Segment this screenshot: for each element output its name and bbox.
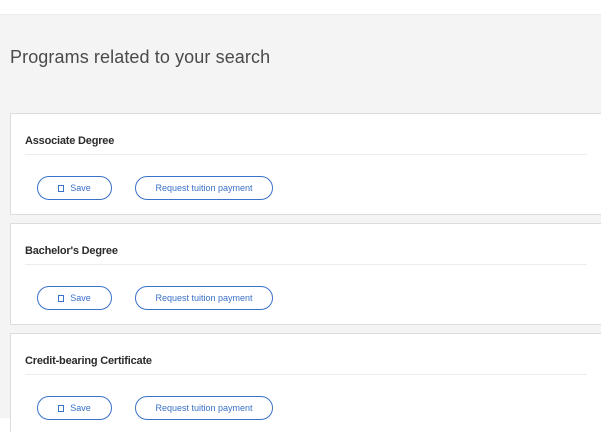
- save-button-label: Save: [70, 403, 91, 413]
- request-tuition-payment-label: Request tuition payment: [155, 293, 253, 303]
- request-tuition-payment-label: Request tuition payment: [155, 183, 253, 193]
- bookmark-icon: [58, 184, 65, 192]
- program-card-associate-degree: Associate Degree Save Request tuition pa…: [10, 113, 601, 215]
- request-tuition-payment-button[interactable]: Request tuition payment: [135, 286, 273, 310]
- page-title: Programs related to your search: [10, 47, 271, 67]
- request-tuition-payment-label: Request tuition payment: [155, 403, 253, 413]
- card-divider: [25, 154, 587, 155]
- program-card-credit-bearing-certificate: Credit-bearing Certificate Save Request …: [10, 333, 601, 432]
- programs-panel: Programs related to your search Associat…: [0, 14, 601, 432]
- request-tuition-payment-button[interactable]: Request tuition payment: [135, 176, 273, 200]
- save-button[interactable]: Save: [37, 176, 112, 200]
- program-card-bachelors-degree: Bachelor's Degree Save Request tuition p…: [10, 223, 601, 325]
- request-tuition-payment-button[interactable]: Request tuition payment: [135, 396, 273, 420]
- card-divider: [25, 264, 587, 265]
- save-button[interactable]: Save: [37, 396, 112, 420]
- card-divider: [25, 374, 587, 375]
- save-button-label: Save: [70, 183, 91, 193]
- program-name: Associate Degree: [25, 135, 115, 147]
- program-name: Bachelor's Degree: [25, 245, 118, 257]
- program-name: Credit-bearing Certificate: [25, 355, 152, 367]
- save-button[interactable]: Save: [37, 286, 112, 310]
- bookmark-icon: [58, 404, 65, 412]
- save-button-label: Save: [70, 293, 91, 303]
- bookmark-icon: [58, 294, 65, 302]
